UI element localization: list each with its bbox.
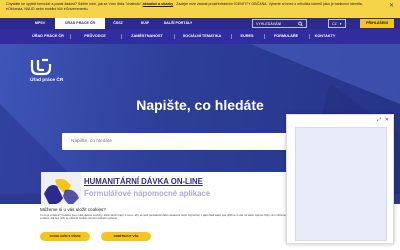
nav-divider — [70, 34, 71, 39]
close-icon[interactable]: ✕ — [385, 118, 389, 123]
notice-text-before: Chystáte se vyplnit formulář a podat žád… — [6, 2, 142, 6]
nav-item-socialni[interactable]: SOCIÁLNÍ TEMATIKA — [176, 29, 228, 44]
chat-widget[interactable]: ⤢ ✕ — [286, 114, 394, 244]
topbar-item-mpsv[interactable]: MPSV — [30, 18, 50, 29]
topbar-item-dalsi[interactable]: DALŠÍ PORTÁLY — [158, 18, 198, 29]
notice-link[interactable]: aktuálně a ukázky — [143, 2, 174, 6]
notice-bar: Chystáte se vyplnit formulář a podat žád… — [0, 0, 400, 18]
expand-icon[interactable]: ⤢ — [377, 118, 381, 123]
chevron-down-icon: ▼ — [339, 22, 342, 26]
language-select[interactable]: CZ ▼ — [328, 19, 346, 28]
topbar-item-cssz[interactable]: ČSSZ — [106, 18, 130, 29]
cookie-title: Můžeme si u vás uložit cookies? — [40, 207, 106, 212]
close-icon[interactable]: ✕ — [389, 3, 394, 9]
login-button[interactable]: PŘIHLÁŠENÍ — [360, 19, 394, 28]
top-search-placeholder: VYHLEDÁVÁNÍ — [256, 22, 282, 26]
nav-item-up[interactable]: ÚŘAD PRÁCE ČR — [28, 29, 68, 44]
topbar-item-up[interactable]: ÚŘAD PRÁCE ČR — [55, 18, 105, 29]
card-title[interactable]: HUMANITÁRNÍ DÁVKA ON-LINE — [84, 177, 203, 186]
nav-divider — [121, 34, 122, 39]
hero-title: Napište, co hledáte — [136, 97, 264, 113]
top-search-input[interactable]: VYHLEDÁVÁNÍ — [252, 19, 307, 28]
nav-item-formulare[interactable]: FORMULÁŘE — [265, 29, 307, 44]
logo-text: Úřad práce ČR — [30, 78, 64, 83]
chat-content-area[interactable] — [295, 127, 387, 241]
cookie-accept-button[interactable]: ODMÍTNOUT VŠE — [101, 232, 151, 241]
hero-search-placeholder: Napište, co hledáte — [71, 139, 113, 144]
up-logo-icon — [30, 58, 52, 76]
cookie-reject-button[interactable]: SOUHLASÍM S VŠEMI — [40, 232, 90, 241]
nav-divider — [174, 34, 175, 39]
nav-item-zamestnanost[interactable]: ZAMĚSTNANOST — [123, 29, 171, 44]
card-subtitle: Formulářové nápomocné aplikace — [84, 189, 211, 198]
main-nav: ÚŘAD PRÁCE ČR PRŮVODCE ZAMĚSTNANOST SOCI… — [0, 29, 400, 44]
topbar-item-suip[interactable]: SÚIP — [134, 18, 156, 29]
nav-item-eures[interactable]: EURES — [232, 29, 262, 44]
nav-item-pruvodce[interactable]: PRŮVODCE — [72, 29, 118, 44]
language-value: CZ — [332, 22, 337, 26]
nav-item-kontakty[interactable]: KONTAKTY — [310, 29, 340, 44]
